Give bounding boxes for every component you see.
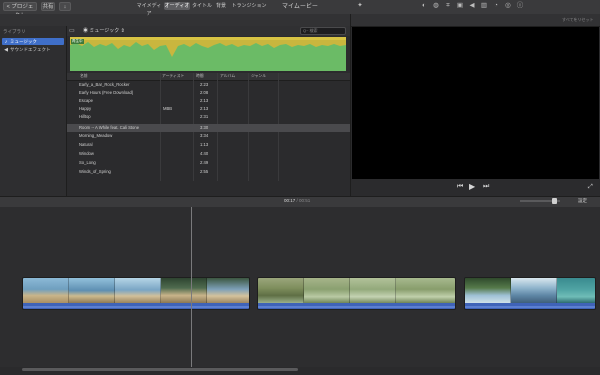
search-input[interactable]: Q~ 検索 — [300, 27, 346, 35]
table-row[interactable]: Natural 1:13 — [67, 141, 350, 149]
tab-titles[interactable]: タイトル — [192, 2, 212, 10]
timeline-settings-button[interactable]: 設定 — [578, 197, 587, 205]
table-row[interactable]: Escape 2:13 — [67, 97, 350, 105]
video-clip[interactable] — [464, 277, 596, 310]
color-icon[interactable]: ◍ — [432, 2, 440, 10]
clip-thumbnails — [258, 278, 455, 303]
song-name: Winds_of_Spring — [79, 169, 111, 174]
music-note-icon: ♪ — [4, 39, 8, 45]
song-name: Natural — [79, 142, 93, 147]
tab-my-media[interactable]: マイメディア — [136, 2, 162, 17]
clip-audio-track — [465, 303, 595, 309]
current-time: 00:17 — [284, 198, 296, 203]
clip-thumbnails — [465, 278, 595, 303]
share-button[interactable]: 共有 — [41, 2, 55, 11]
equalizer-icon[interactable]: ▥ — [480, 2, 488, 10]
info-icon[interactable]: ⓘ — [516, 2, 524, 10]
table-row[interactable]: Happy MBB 2:13 — [67, 105, 350, 113]
window-title: マイムービー — [282, 4, 318, 10]
song-time: 2:55 — [200, 169, 209, 174]
table-row-selected[interactable]: Room -- A While feat. Cali Stone 3:30 — [67, 124, 350, 132]
table-row[interactable]: Early Hours (Free Download) 2:08 — [67, 89, 350, 97]
speaker-icon: ◀ — [4, 47, 8, 53]
browser-title: ◉ ミュージック ⇕ — [83, 27, 125, 35]
import-button[interactable]: ↓ — [59, 2, 71, 11]
zoom-slider-knob[interactable] — [552, 198, 557, 204]
fullscreen-icon[interactable]: ⤢ — [588, 182, 593, 192]
song-name: Happy — [79, 106, 92, 111]
column-header-time[interactable]: 時間 — [196, 73, 204, 80]
filter-icon[interactable]: ◎ — [504, 2, 512, 10]
table-row[interactable]: Winds_of_Spring 2:55 — [67, 168, 350, 176]
crop-icon[interactable]: ⌗ — [444, 2, 452, 10]
table-row[interactable]: So_Long 2:49 — [67, 159, 350, 167]
song-name: Escape — [79, 98, 93, 103]
timecode: 00:17 / 00:51 — [284, 198, 311, 203]
song-time: 1:13 — [200, 142, 209, 147]
volume-icon[interactable]: ◀ — [468, 2, 476, 10]
projects-back-button[interactable]: < プロジェクト — [3, 2, 37, 19]
table-row[interactable]: Window 4:40 — [67, 150, 350, 158]
tab-transitions[interactable]: トランジション — [230, 2, 268, 10]
table-row[interactable]: Morning_Meadow 3:34 — [67, 132, 350, 140]
song-time: 3:30 — [200, 125, 209, 130]
playback-controls — [351, 179, 600, 196]
song-time: 2:31 — [200, 114, 209, 119]
song-table-header — [67, 73, 350, 81]
total-time: 00:51 — [299, 198, 311, 203]
skip-back-icon[interactable]: ⏮ — [457, 182, 463, 192]
sidebar-toggle-icon[interactable]: ▭ — [69, 27, 75, 35]
audio-waveform-preview[interactable] — [70, 37, 346, 71]
column-header-artist[interactable]: アーティスト — [162, 73, 184, 80]
sidebar-item-label: サウンドエフェクト — [10, 47, 51, 52]
song-time: 2:08 — [200, 90, 209, 95]
sidebar-item-label: ミュージック — [10, 39, 37, 44]
clip-thumbnails — [23, 278, 249, 303]
horizontal-scrollbar[interactable] — [22, 368, 298, 371]
song-name: So_Long — [79, 160, 96, 165]
playing-badge: 再生中 — [71, 39, 84, 44]
video-viewer[interactable] — [352, 27, 599, 179]
chevron-updown-icon[interactable]: ⇕ — [119, 28, 125, 34]
tab-backgrounds[interactable]: 背景 — [214, 2, 228, 10]
song-name: Hilltop — [79, 114, 91, 119]
column-header-genre[interactable]: ジャンル — [251, 73, 266, 80]
song-name: Room -- A While feat. Cali Stone — [79, 125, 140, 130]
tab-audio[interactable]: オーディオ — [164, 2, 190, 10]
play-icon[interactable]: ▶ — [469, 182, 475, 192]
browser-title-text: ミュージック — [89, 28, 120, 34]
reset-all-button[interactable]: すべてをリセット — [562, 16, 593, 24]
table-row[interactable]: Hilltop 2:31 — [67, 113, 350, 121]
video-clip[interactable] — [22, 277, 250, 310]
column-header-name[interactable]: 名前 — [80, 73, 88, 80]
color-balance-icon[interactable]: ◐ — [420, 2, 428, 10]
song-time: 2:13 — [200, 98, 209, 103]
table-row[interactable]: Early_a_Bar_Rock_Rocker 2:23 — [67, 81, 350, 89]
clip-audio-track — [258, 303, 455, 309]
sidebar-header: ライブラリ — [3, 29, 26, 34]
magic-wand-icon[interactable]: ✦ — [356, 2, 364, 10]
clip-audio-track — [23, 303, 249, 309]
song-time: 2:49 — [200, 160, 209, 165]
song-name: Window — [79, 151, 94, 156]
song-name: Early Hours (Free Download) — [79, 90, 134, 95]
song-time: 4:40 — [200, 151, 209, 156]
speed-icon[interactable]: ◔ — [492, 2, 500, 10]
skip-forward-icon[interactable]: ⏭ — [483, 182, 489, 192]
song-time: 2:13 — [200, 106, 209, 111]
video-clip[interactable] — [257, 277, 456, 310]
playhead[interactable] — [191, 207, 192, 367]
song-artist: MBB — [163, 106, 173, 111]
panel-divider — [350, 14, 351, 196]
song-name: Morning_Meadow — [79, 133, 113, 138]
song-time: 2:23 — [200, 82, 209, 87]
song-name: Early_a_Bar_Rock_Rocker — [79, 82, 130, 87]
song-time: 3:34 — [200, 133, 209, 138]
column-header-album[interactable]: アルバム — [220, 73, 235, 80]
camera-icon[interactable]: ▣ — [456, 2, 464, 10]
sidebar-item-music[interactable]: ♪ ミュージック — [2, 38, 64, 45]
sidebar-item-sound-effects[interactable]: ◀ サウンドエフェクト — [2, 46, 64, 53]
